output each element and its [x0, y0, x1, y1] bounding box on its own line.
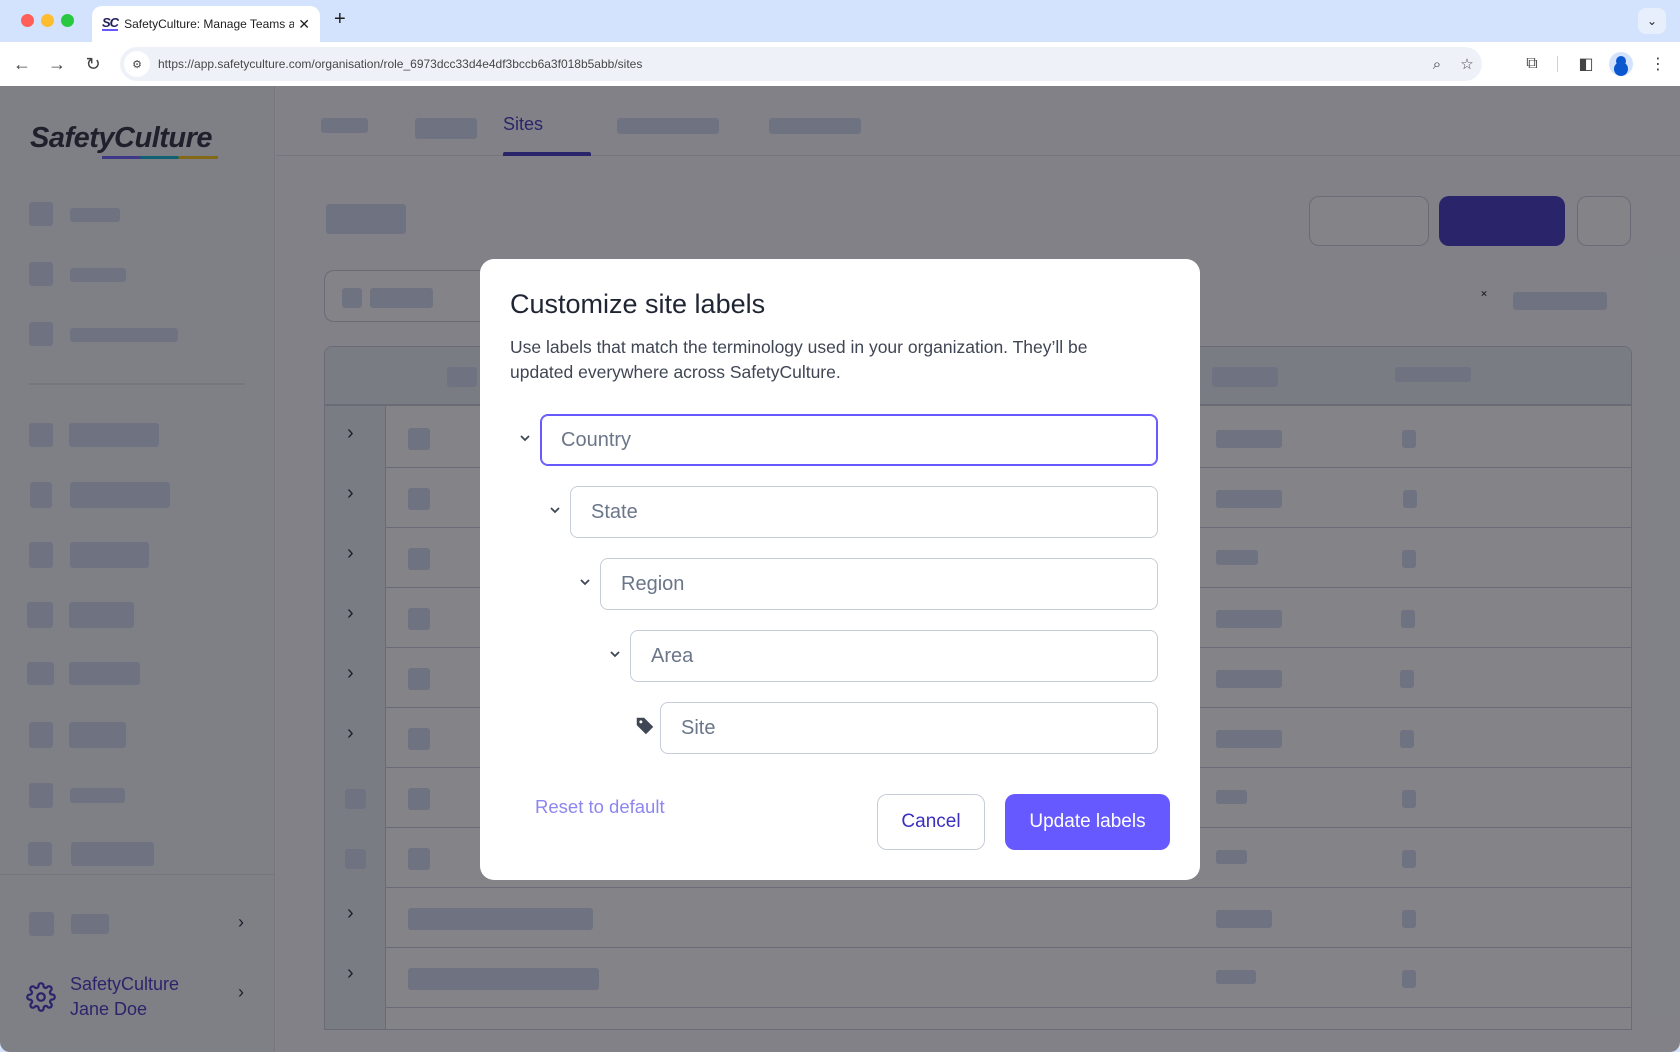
- state-label-input[interactable]: [570, 486, 1158, 538]
- extensions-icon[interactable]: ⧉: [1520, 52, 1544, 76]
- new-tab-button[interactable]: +: [334, 8, 346, 31]
- country-label-input[interactable]: [540, 414, 1158, 466]
- dialog-description: Use labels that match the terminology us…: [510, 337, 1088, 382]
- reset-to-default-link[interactable]: Reset to default: [535, 796, 665, 818]
- reload-icon[interactable]: ↻: [81, 52, 105, 76]
- side-panel-icon[interactable]: ◧: [1574, 52, 1598, 76]
- safetyculture-favicon-icon: SC: [102, 15, 119, 31]
- area-label-input[interactable]: [630, 630, 1158, 682]
- region-label-input[interactable]: [600, 558, 1158, 610]
- zoom-icon[interactable]: ⌕: [1422, 56, 1452, 73]
- address-bar[interactable]: ⚙ https://app.safetyculture.com/organisa…: [120, 47, 1482, 81]
- toolbar-divider: [1557, 56, 1558, 72]
- browser-tab-active[interactable]: SC SafetyCulture: Manage Teams and... ✕: [92, 6, 320, 42]
- label-level-state: [540, 486, 1158, 538]
- chevron-down-icon[interactable]: [600, 647, 630, 666]
- browser-tab-strip: SC SafetyCulture: Manage Teams and... ✕ …: [0, 0, 1680, 42]
- chevron-down-icon[interactable]: [510, 431, 540, 450]
- window-minimize-button[interactable]: [41, 14, 54, 27]
- bookmark-star-icon[interactable]: ☆: [1452, 55, 1482, 73]
- chevron-down-icon[interactable]: [540, 503, 570, 522]
- label-level-region: [570, 558, 1158, 610]
- window-maximize-button[interactable]: [61, 14, 74, 27]
- label-level-area: [600, 630, 1158, 682]
- url-text[interactable]: https://app.safetyculture.com/organisati…: [158, 57, 1422, 71]
- browser-toolbar: ← → ↻ ⚙ https://app.safetyculture.com/or…: [0, 42, 1680, 86]
- tab-title: SafetyCulture: Manage Teams and...: [124, 17, 295, 31]
- forward-icon[interactable]: →: [45, 52, 69, 76]
- chevron-down-icon[interactable]: [570, 575, 600, 594]
- menu-icon[interactable]: ⋮: [1646, 52, 1670, 76]
- site-label-input[interactable]: [660, 702, 1158, 754]
- profile-icon[interactable]: [1609, 52, 1633, 76]
- site-info-icon[interactable]: ⚙: [124, 51, 150, 77]
- customize-site-labels-dialog: Customize site labels Use labels that ma…: [480, 259, 1200, 880]
- tag-icon: [630, 715, 660, 742]
- label-level-site: [630, 702, 1158, 754]
- label-level-country: [510, 414, 1158, 466]
- window-close-button[interactable]: [21, 14, 34, 27]
- dialog-title: Customize site labels: [510, 289, 766, 319]
- tab-search-chevron-icon[interactable]: ⌄: [1638, 8, 1666, 34]
- update-labels-button[interactable]: Update labels: [1005, 794, 1170, 850]
- back-icon[interactable]: ←: [10, 52, 34, 76]
- close-tab-icon[interactable]: ✕: [298, 16, 310, 33]
- cancel-button[interactable]: Cancel: [877, 794, 985, 850]
